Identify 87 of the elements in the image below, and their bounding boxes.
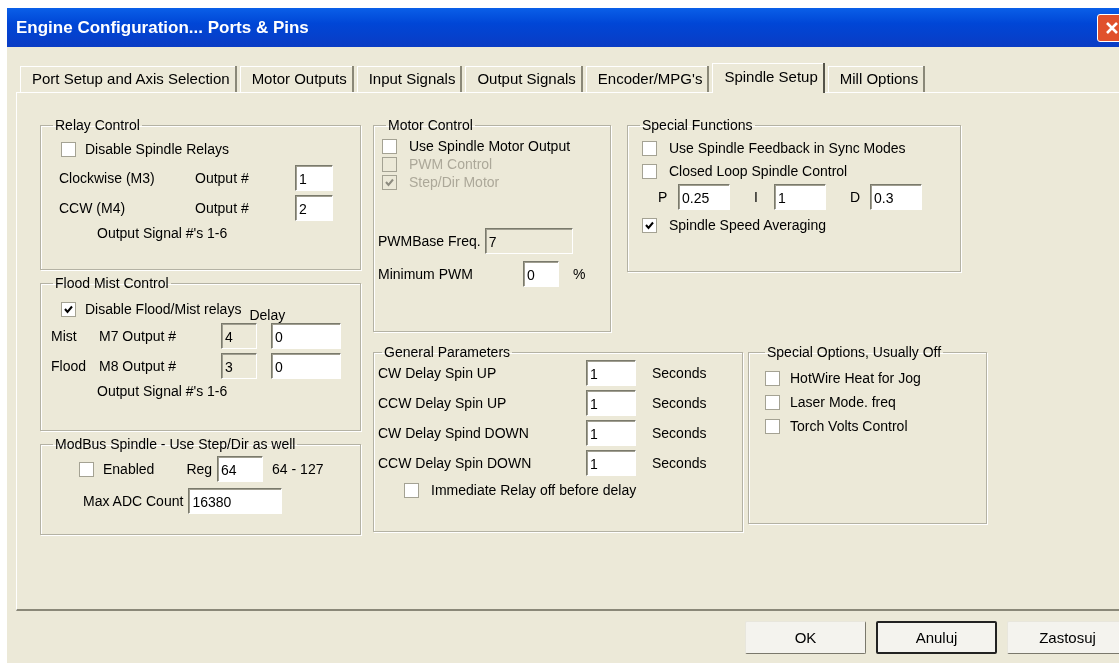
- field-label: M8 Output #: [99, 358, 178, 374]
- text-field[interactable]: 1: [586, 420, 636, 446]
- tab[interactable]: Spindle Setup: [712, 63, 825, 93]
- checkbox-label: Use Spindle Motor Output: [409, 138, 571, 154]
- checkbox-label: Spindle Speed Averaging: [669, 217, 826, 233]
- group-title: Flood Mist Control: [54, 275, 170, 291]
- close-icon: [1104, 19, 1119, 36]
- field-label: P: [658, 189, 669, 205]
- field-label: Clockwise (M3): [59, 170, 156, 186]
- tab[interactable]: Output Signals: [465, 66, 583, 92]
- group-title: ModBus Spindle - Use Step/Dir as well: [54, 436, 297, 452]
- checkbox[interactable]: [61, 301, 76, 317]
- dialog-button[interactable]: Anuluj: [876, 621, 997, 654]
- checkbox-label: Disable Flood/Mist relays: [85, 301, 242, 317]
- unit-label: Seconds: [651, 455, 708, 471]
- field-label: Output #: [195, 200, 250, 216]
- field-label: D: [850, 189, 862, 205]
- checkbox[interactable]: [61, 141, 76, 157]
- checkbox-label: Step/Dir Motor: [409, 174, 500, 190]
- checkbox[interactable]: [765, 418, 780, 434]
- checkbox[interactable]: [382, 138, 397, 154]
- tab[interactable]: Input Signals: [356, 66, 463, 92]
- group-title: General Parameters: [383, 344, 512, 360]
- text-field[interactable]: 0.25: [678, 184, 730, 210]
- range-text: 64 - 127: [272, 461, 324, 477]
- tab[interactable]: Port Setup and Axis Selection: [20, 66, 237, 92]
- dialog-button[interactable]: OK: [745, 621, 866, 654]
- text-field[interactable]: 1: [586, 450, 636, 476]
- checkbox-label: Laser Mode. freq: [790, 394, 896, 410]
- group-title: Motor Control: [387, 117, 474, 133]
- checkbox-label: Torch Volts Control: [790, 418, 908, 434]
- field-label: CCW Delay Spin UP: [378, 395, 508, 411]
- note-text: Output Signal #'s 1-6: [97, 383, 228, 399]
- tab[interactable]: Mill Options: [827, 66, 926, 92]
- checkbox[interactable]: [765, 394, 780, 410]
- checkbox-label: PWM Control: [409, 156, 493, 172]
- checkbox-label: Closed Loop Spindle Control: [669, 163, 848, 179]
- field-label: CW Delay Spin UP: [378, 365, 498, 381]
- unit-label: Seconds: [651, 395, 708, 411]
- field-label: CW Delay Spind DOWN: [378, 425, 530, 441]
- checkbox-label: Enabled: [103, 461, 155, 477]
- checkbox-label: HotWire Heat for Jog: [790, 370, 921, 386]
- text-field[interactable]: 16380: [188, 488, 283, 514]
- unit-label: %: [573, 266, 586, 282]
- checkbox[interactable]: [642, 140, 657, 156]
- field-label: CCW Delay Spin DOWN: [378, 455, 533, 471]
- text-field[interactable]: 2: [295, 195, 333, 221]
- text-field[interactable]: 64: [217, 456, 264, 482]
- field-label: Max ADC Count: [83, 493, 184, 509]
- group-title: Relay Control: [54, 117, 141, 133]
- row-label: Flood: [51, 358, 88, 374]
- field-label: M7 Output #: [99, 328, 178, 344]
- text-field[interactable]: 1: [586, 390, 636, 416]
- group-title: Special Options, Usually Off: [766, 344, 943, 360]
- column-label: Delay: [249, 307, 286, 323]
- checkbox-label: Use Spindle Feedback in Sync Modes: [669, 140, 906, 156]
- text-field[interactable]: 0: [271, 323, 341, 349]
- field-label: Reg: [186, 461, 213, 477]
- checkbox[interactable]: [642, 163, 657, 179]
- tab[interactable]: Encoder/MPG's: [585, 66, 710, 92]
- checkmark-icon: [384, 176, 395, 188]
- checkbox[interactable]: [79, 461, 94, 477]
- field-label: Output #: [195, 170, 250, 186]
- checkbox[interactable]: [642, 217, 657, 233]
- checkbox-label: Immediate Relay off before delay: [431, 482, 637, 498]
- checkbox-label: Disable Spindle Relays: [85, 141, 229, 157]
- row-label: Mist: [51, 328, 78, 344]
- field-label: CCW (M4): [59, 200, 127, 216]
- text-field[interactable]: 1: [774, 184, 826, 210]
- window-title: Engine Configuration... Ports & Pins: [16, 17, 309, 38]
- field-label: I: [754, 189, 759, 205]
- text-field[interactable]: 0: [271, 353, 341, 379]
- checkbox[interactable]: [404, 482, 419, 498]
- dialog-button[interactable]: Zastosuj: [1007, 621, 1119, 654]
- note-text: Output Signal #'s 1-6: [97, 225, 228, 241]
- field-label: PWMBase Freq.: [378, 233, 481, 249]
- text-field[interactable]: 1: [586, 360, 636, 386]
- group-title: Special Functions: [641, 117, 754, 133]
- unit-label: Seconds: [651, 365, 708, 381]
- close-button[interactable]: [1097, 13, 1119, 42]
- text-field[interactable]: 0: [523, 261, 559, 287]
- text-field[interactable]: 1: [295, 165, 333, 191]
- tab[interactable]: Motor Outputs: [239, 66, 354, 92]
- field-label: Minimum PWM: [378, 266, 474, 282]
- unit-label: Seconds: [651, 425, 708, 441]
- text-field[interactable]: 0.3: [870, 184, 922, 210]
- checkbox[interactable]: [765, 370, 780, 386]
